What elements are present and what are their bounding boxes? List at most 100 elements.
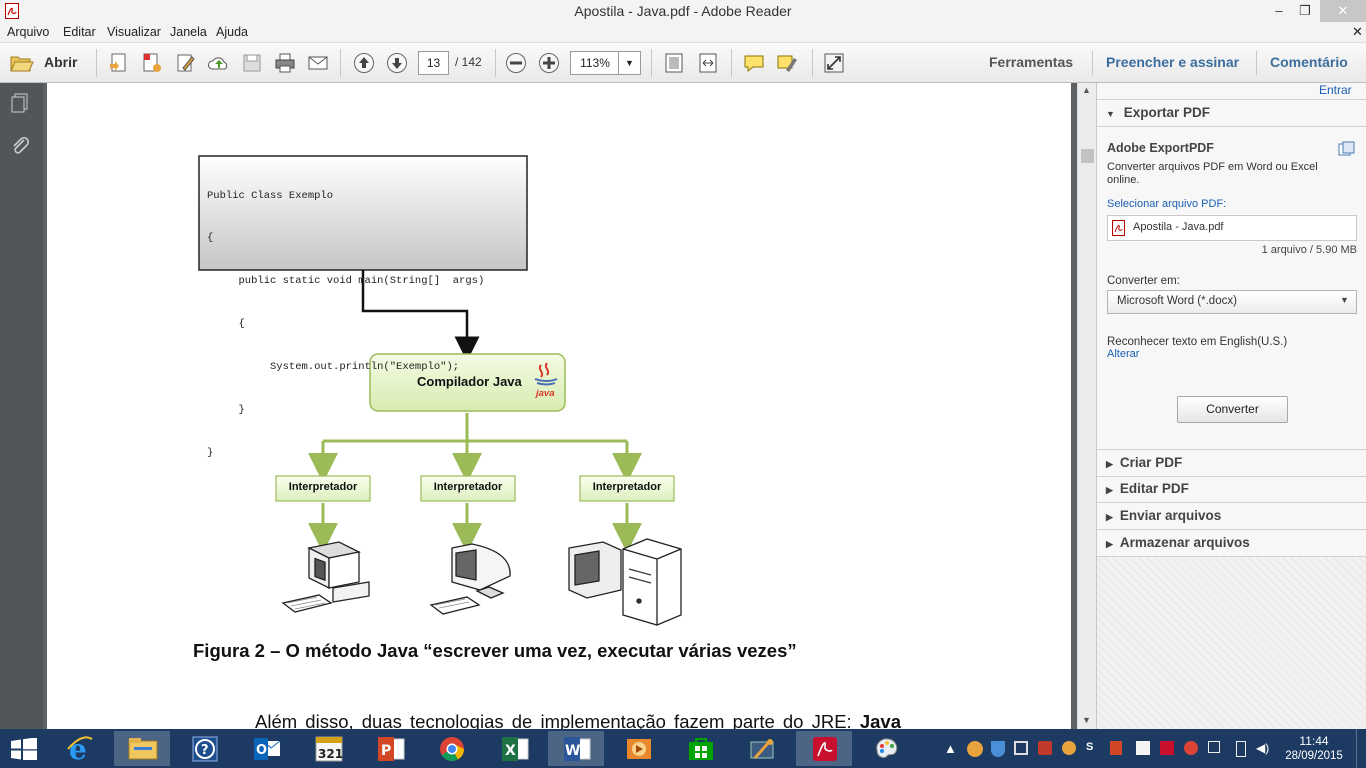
previous-page-icon[interactable] [353,52,375,74]
body-text-bold: Java [859,711,901,729]
taskbar-media[interactable] [610,731,666,766]
zoom-out-icon[interactable] [505,52,527,74]
internet-explorer-icon: e [67,735,93,763]
excel-icon: X [502,737,529,761]
tray-flag-icon[interactable] [1136,741,1150,755]
file-info: 1 arquivo / 5.90 MB [1261,244,1357,256]
email-icon[interactable] [307,52,329,74]
svg-text:P: P [381,743,391,759]
vertical-scrollbar[interactable]: ▲ ▼ [1077,83,1097,729]
comment-icon[interactable] [743,52,765,74]
page-number-input[interactable]: 13 [418,51,449,75]
volume-icon[interactable]: ◀) [1256,741,1270,755]
format-select[interactable]: Microsoft Word (*.docx) ▼ [1107,290,1357,314]
fit-page-icon[interactable] [663,52,685,74]
taskbar-outlook[interactable]: O [238,731,294,766]
scroll-down-icon[interactable]: ▼ [1082,715,1091,725]
document-view[interactable]: Public Class Exemplo { public static voi… [43,83,1077,729]
tools-tab[interactable]: Ferramentas [989,54,1073,70]
taskbar-excel[interactable]: X [486,731,542,766]
section-send-files[interactable]: ▶ Enviar arquivos [1097,503,1366,530]
open-button[interactable]: Abrir [44,54,77,70]
tray-tools-icon[interactable] [1038,741,1052,755]
service-info-icon[interactable] [1338,141,1356,157]
fill-sign-tab[interactable]: Preencher e assinar [1106,54,1239,70]
full-screen-icon[interactable] [823,52,845,74]
collapse-arrow-icon: ▼ [1106,109,1115,119]
section-edit-pdf[interactable]: ▶ Editar PDF [1097,476,1366,503]
print-icon[interactable] [274,52,296,74]
upload-cloud-icon[interactable] [208,52,230,74]
section-create-pdf[interactable]: ▶ Criar PDF [1097,449,1366,477]
menu-bar: Arquivo Editar Visualizar Janela Ajuda ✕ [0,22,1366,43]
tray-volume-muted-icon[interactable] [1110,741,1122,755]
taskbar-internet-explorer[interactable]: e [52,731,108,766]
save-icon[interactable] [241,52,263,74]
windows-start-icon[interactable] [11,738,37,760]
scroll-up-icon[interactable]: ▲ [1082,85,1091,95]
toolbar-separator [812,49,813,77]
selected-file-box[interactable]: Apostila - Java.pdf [1107,215,1357,241]
convert-button[interactable]: Converter [1177,396,1288,423]
close-button[interactable]: ✕ [1320,0,1366,22]
taskbar-powerpoint[interactable]: P [362,731,418,766]
open-folder-icon[interactable] [10,53,34,73]
page-thumbnails-icon[interactable] [9,92,31,114]
tray-app-icon[interactable] [967,741,983,757]
highlight-icon[interactable] [776,52,798,74]
menu-arquivo[interactable]: Arquivo [7,25,49,39]
battery-icon[interactable] [1236,741,1246,757]
navigation-pane [0,83,43,729]
show-desktop-button[interactable] [1356,729,1366,768]
convert-to-label: Converter em: [1107,275,1180,287]
maximize-button[interactable]: ❐ [1290,0,1320,22]
tray-skype-icon[interactable]: S [1086,741,1100,755]
change-language-link[interactable]: Alterar [1107,348,1139,360]
scroll-thumb[interactable] [1081,149,1094,163]
tray-chrome-icon[interactable] [1184,741,1198,755]
tray-alert-icon[interactable] [1160,741,1174,755]
taskbar-store[interactable] [672,731,728,766]
zoom-in-icon[interactable] [538,52,560,74]
attachments-icon[interactable] [9,135,31,157]
menu-editar[interactable]: Editar [63,25,96,39]
taskbar-word[interactable]: W [548,731,604,766]
toolbar-separator [495,49,496,77]
svg-text:?: ? [201,743,209,758]
menu-janela[interactable]: Janela [170,25,207,39]
edit-pdf-icon[interactable] [175,52,197,74]
taskbar-chrome[interactable] [424,731,480,766]
taskbar-help[interactable]: ? [176,731,232,766]
svg-text:W: W [565,743,580,759]
computer-3-icon [568,538,682,626]
close-document-icon[interactable]: ✕ [1352,24,1363,40]
shield-icon[interactable] [991,741,1005,757]
taskbar-file-explorer[interactable] [114,731,170,766]
zoom-level-select[interactable]: 113% [570,51,620,75]
toolbar-separator [340,49,341,77]
notification-bell-icon[interactable]: ▲ [944,741,958,756]
network-icon[interactable] [1208,741,1220,753]
clock-date[interactable]: 28/09/2015 [1282,750,1346,762]
taskbar-adobe-reader[interactable] [796,731,852,766]
taskbar-paint[interactable] [858,731,914,766]
clock-time[interactable]: 11:44 [1286,734,1342,748]
menu-ajuda[interactable]: Ajuda [216,25,248,39]
tray-device-icon[interactable] [1014,741,1028,755]
export-pdf-header[interactable]: ▼ Exportar PDF [1097,100,1366,127]
export-pdf-icon[interactable] [141,52,163,74]
taskbar-calendar[interactable]: 321 [300,731,356,766]
tray-security-icon[interactable] [1062,741,1076,755]
calendar-321-icon: 321 [315,736,343,762]
zoom-dropdown-button[interactable]: ▼ [618,51,641,75]
create-pdf-icon[interactable] [108,52,130,74]
code-line: { [207,232,214,245]
next-page-icon[interactable] [386,52,408,74]
sign-in-link[interactable]: Entrar [1319,83,1352,97]
ocr-language-text: Reconhecer texto em English(U.S.) [1107,336,1288,348]
fit-width-icon[interactable] [697,52,719,74]
taskbar-tools[interactable] [734,731,790,766]
comment-tab[interactable]: Comentário [1270,54,1348,70]
menu-visualizar[interactable]: Visualizar [107,25,161,39]
section-store-files[interactable]: ▶ Armazenar arquivos [1097,530,1366,557]
